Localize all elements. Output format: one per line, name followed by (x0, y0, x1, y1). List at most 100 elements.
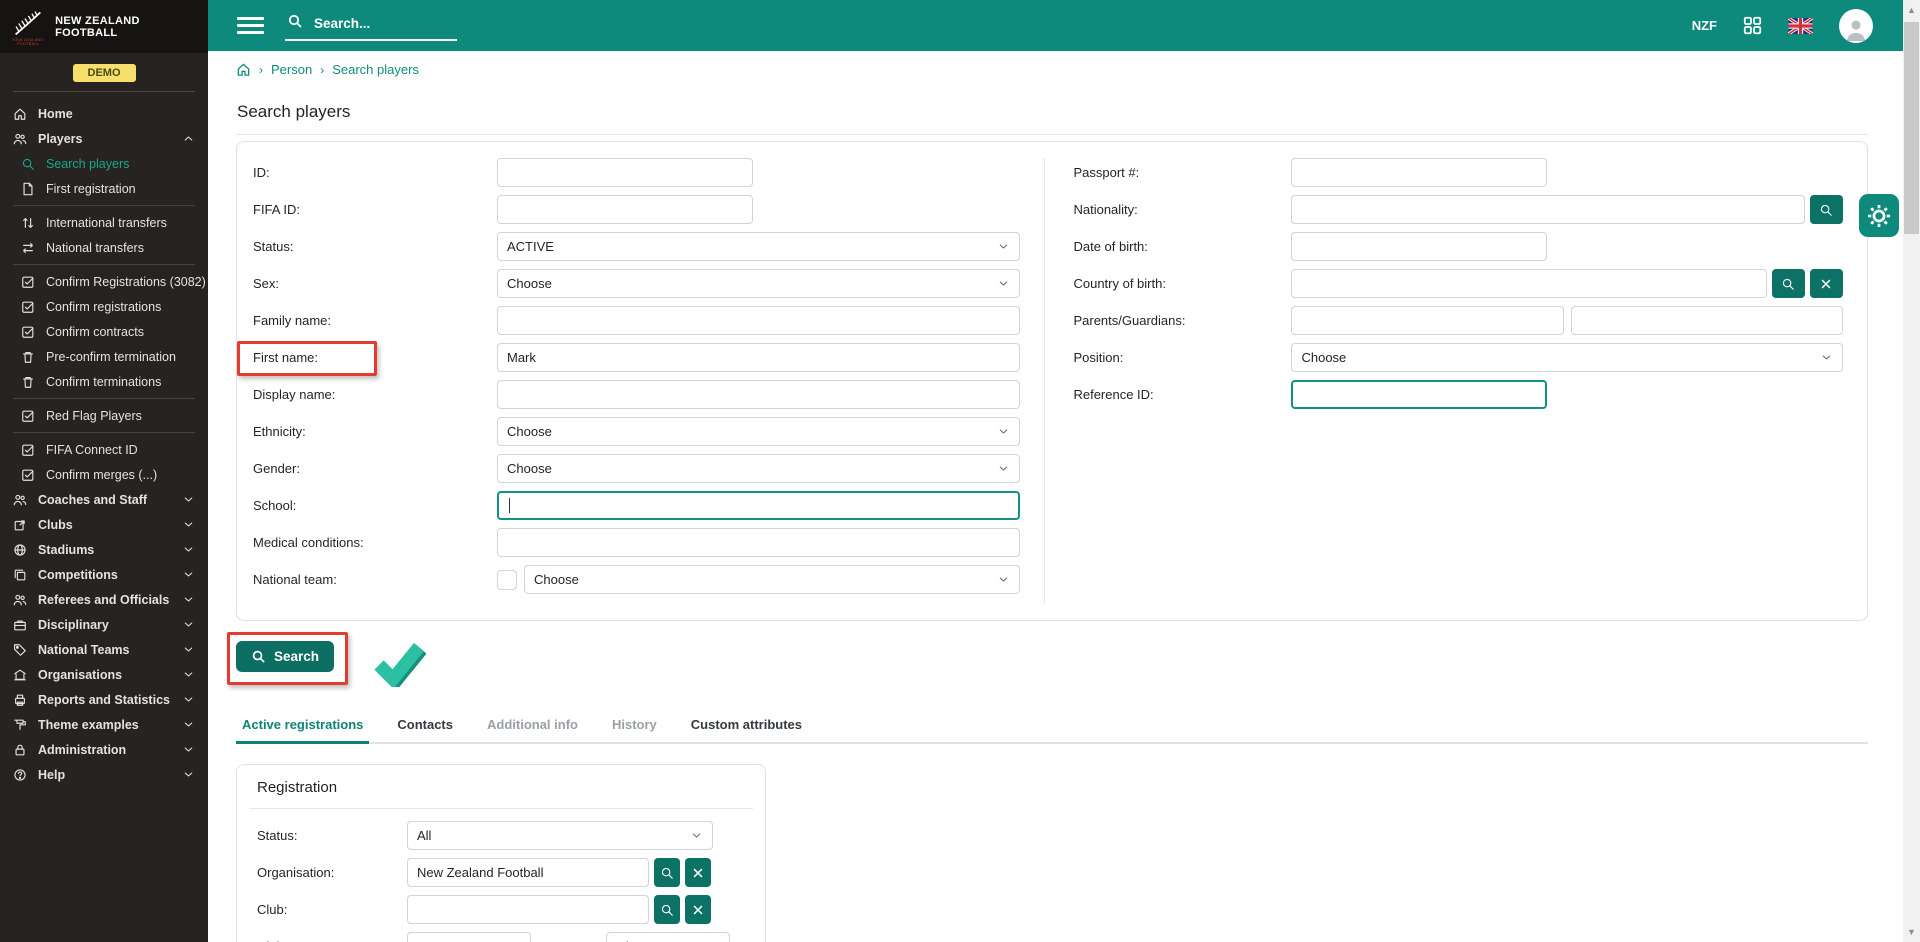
input-medical-conditions[interactable] (497, 528, 1020, 557)
input-passport[interactable] (1291, 158, 1547, 187)
input-club-fifa-id[interactable] (407, 932, 531, 942)
input-family-name[interactable] (497, 306, 1020, 335)
sidebar-item-clubs[interactable]: Clubs (0, 512, 208, 537)
form-field-fifa-id: FIFA ID: (253, 195, 1020, 224)
sidebar-item-confirm-terminations[interactable]: Confirm terminations (0, 369, 208, 394)
sidebar-item-administration[interactable]: Administration (0, 737, 208, 762)
search-button[interactable]: Search (236, 641, 334, 672)
sidebar-item-red-flag-players[interactable]: Red Flag Players (0, 403, 208, 428)
chevron-down-icon (182, 593, 195, 606)
input-id[interactable] (497, 158, 753, 187)
home-icon[interactable] (236, 62, 251, 77)
org-code-label[interactable]: NZF (1692, 18, 1717, 33)
sidebar-item-national-teams[interactable]: National Teams (0, 637, 208, 662)
input-country-of-birth[interactable] (1291, 269, 1767, 298)
input-parents-guardians-2[interactable] (1571, 306, 1843, 335)
field-label-text: Family name: (253, 313, 331, 328)
sidebar-item-international-transfers[interactable]: International transfers (0, 210, 208, 235)
sidebar-item-organisations[interactable]: Organisations (0, 662, 208, 687)
breadcrumb-item-person[interactable]: Person (271, 62, 312, 77)
sidebar-item-theme-examples[interactable]: Theme examples (0, 712, 208, 737)
chevron-down-icon (997, 462, 1010, 475)
tab-active-registrations[interactable]: Active registrations (236, 717, 369, 744)
input-club[interactable] (407, 895, 649, 924)
sidebar-item-label: Clubs (38, 518, 73, 532)
input-first-name[interactable]: Mark (497, 343, 1020, 372)
sidebar-item-stadiums[interactable]: Stadiums (0, 537, 208, 562)
select-status[interactable]: All (407, 821, 713, 850)
scroll-down-arrow-icon[interactable]: ▼ (1903, 927, 1920, 937)
field-label-text: Sex: (253, 276, 279, 291)
hamburger-menu-icon[interactable] (237, 17, 264, 34)
page-scrollbar[interactable]: ▲ ▼ (1903, 0, 1920, 942)
form-field-position: Position:Choose (1073, 343, 1843, 372)
field-label-text: Parents/Guardians: (1073, 313, 1185, 328)
language-flag-uk-icon[interactable] (1788, 18, 1813, 34)
global-search[interactable] (285, 10, 457, 41)
search-button[interactable] (1772, 269, 1805, 298)
sidebar-item-disciplinary[interactable]: Disciplinary (0, 612, 208, 637)
scroll-up-arrow-icon[interactable]: ▲ (1903, 5, 1920, 15)
globe-icon (13, 542, 29, 558)
tab-custom-attributes[interactable]: Custom attributes (685, 717, 808, 742)
user-avatar[interactable] (1839, 9, 1873, 43)
clear-button[interactable] (685, 895, 711, 924)
national-team-checkbox[interactable] (497, 570, 517, 590)
sidebar-item-reports-and-statistics[interactable]: Reports and Statistics (0, 687, 208, 712)
sidebar-item-label: National transfers (46, 241, 144, 255)
registration-fields: Status:AllOrganisation:New Zealand Footb… (249, 821, 753, 942)
select-sex[interactable]: Choose (497, 269, 1020, 298)
sidebar-item-fifa-connect-id[interactable]: FIFA Connect ID (0, 437, 208, 462)
input-reference-id[interactable] (1291, 380, 1547, 409)
tab-history[interactable]: History (606, 717, 663, 742)
input-display-name[interactable] (497, 380, 1020, 409)
select-status[interactable]: ACTIVE (497, 232, 1020, 261)
selected-value: Choose (1301, 350, 1346, 365)
select-category[interactable]: Choose (606, 932, 730, 942)
clear-button[interactable] (685, 858, 711, 887)
sidebar-item-first-registration[interactable]: First registration (0, 176, 208, 201)
field-label-text: Passport #: (1073, 165, 1139, 180)
scrollbar-thumb[interactable] (1904, 22, 1919, 234)
input-parents-guardians-1[interactable] (1291, 306, 1563, 335)
input-value: Mark (507, 350, 536, 365)
settings-gear-button[interactable] (1859, 194, 1899, 237)
sidebar-item-home[interactable]: Home (0, 101, 208, 126)
search-button[interactable] (654, 858, 680, 887)
select-ethnicity[interactable]: Choose (497, 417, 1020, 446)
sidebar-item-coaches-and-staff[interactable]: Coaches and Staff (0, 487, 208, 512)
tab-additional-info[interactable]: Additional info (481, 717, 584, 742)
sidebar-item-label: Stadiums (38, 543, 94, 557)
sidebar-item-players[interactable]: Players (0, 126, 208, 151)
input-nationality[interactable] (1291, 195, 1805, 224)
sidebar-item-confirm-registrations-3082[interactable]: Confirm Registrations (3082) (0, 269, 208, 294)
printer-icon (13, 692, 29, 708)
sidebar-item-referees-and-officials[interactable]: Referees and Officials (0, 587, 208, 612)
sidebar-item-help[interactable]: Help (0, 762, 208, 787)
input-organisation[interactable]: New Zealand Football (407, 858, 649, 887)
input-date-of-birth[interactable] (1291, 232, 1547, 261)
sidebar-item-confirm-contracts[interactable]: Confirm contracts (0, 319, 208, 344)
sidebar-item-pre-confirm-termination[interactable]: Pre-confirm termination (0, 344, 208, 369)
sidebar-item-national-transfers[interactable]: National transfers (0, 235, 208, 260)
search-button[interactable] (1810, 195, 1843, 224)
search-button[interactable] (654, 895, 680, 924)
global-search-input[interactable] (312, 15, 432, 32)
field-label: Reference ID: (1073, 387, 1291, 402)
tab-contacts[interactable]: Contacts (391, 717, 459, 742)
input-school[interactable] (497, 491, 1020, 520)
apps-grid-icon[interactable] (1743, 16, 1762, 35)
select-national-team[interactable]: Choose (524, 565, 1020, 594)
breadcrumb-item-search-players[interactable]: Search players (332, 62, 419, 77)
selected-value: Choose (507, 424, 552, 439)
select-position[interactable]: Choose (1291, 343, 1843, 372)
nzf-fern-logo-icon: NEW ZEALANDFOOTBALL (10, 5, 46, 49)
sidebar-item-search-players[interactable]: Search players (0, 151, 208, 176)
select-gender[interactable]: Choose (497, 454, 1020, 483)
sidebar-item-confirm-registrations[interactable]: Confirm registrations (0, 294, 208, 319)
clear-button[interactable] (1810, 269, 1843, 298)
sidebar-item-confirm-merges[interactable]: Confirm merges (...) (0, 462, 208, 487)
sidebar-item-competitions[interactable]: Competitions (0, 562, 208, 587)
chevron-down-icon (690, 829, 703, 842)
input-fifa-id[interactable] (497, 195, 753, 224)
